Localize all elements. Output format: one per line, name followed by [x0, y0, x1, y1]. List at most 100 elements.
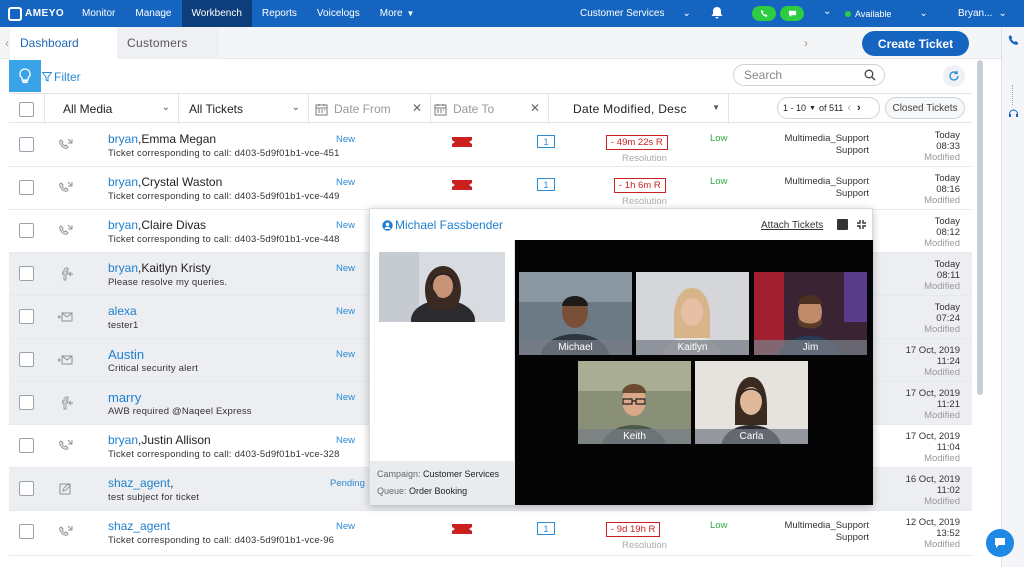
- contact-name[interactable]: shaz_agent: [108, 519, 170, 533]
- close-icon[interactable]: ✕: [530, 101, 540, 115]
- row-checkbox[interactable]: [19, 438, 34, 453]
- row-contact: ,: [170, 476, 174, 490]
- row-checkbox[interactable]: [19, 266, 34, 281]
- notes-icon[interactable]: [837, 219, 848, 230]
- contact-name[interactable]: marry: [108, 390, 141, 405]
- attach-tickets-link[interactable]: Attach Tickets: [761, 220, 823, 231]
- close-icon[interactable]: ✕: [412, 101, 422, 115]
- media-filter-select[interactable]: All Media ⌄: [45, 94, 179, 124]
- closed-tickets-button[interactable]: Closed Tickets: [885, 97, 965, 119]
- date-to-field[interactable]: Date To ✕: [431, 94, 549, 124]
- popup-title[interactable]: Michael Fassbender: [382, 218, 503, 232]
- row-checkbox[interactable]: [19, 223, 34, 238]
- date-from-placeholder: Date From: [334, 102, 391, 116]
- tab-dashboard[interactable]: Dashboard: [10, 27, 117, 59]
- brand-logo[interactable]: AMEYO: [0, 6, 72, 21]
- row-checkbox[interactable]: [19, 481, 34, 496]
- chevron-down-icon[interactable]: ⌄: [823, 6, 831, 17]
- participant-name: Jim: [754, 340, 867, 355]
- contact-name[interactable]: bryan,Emma Megan: [108, 132, 216, 146]
- call-status-button[interactable]: [752, 6, 776, 21]
- nav-voicelogs[interactable]: Voicelogs: [307, 0, 370, 27]
- contact-name[interactable]: shaz_agent,: [108, 476, 173, 490]
- chevron-right-icon[interactable]: ›: [857, 102, 861, 114]
- list-scrollbar[interactable]: [977, 60, 983, 395]
- row-checkbox[interactable]: [19, 352, 34, 367]
- ticket-filter-select[interactable]: All Tickets ⌄: [179, 94, 309, 124]
- contact-name[interactable]: bryan,Kaitlyn Kristy: [108, 261, 211, 275]
- modified-cell: Today 08:11 Modified: [924, 259, 960, 292]
- tab-customers[interactable]: Customers: [117, 27, 219, 59]
- refresh-button[interactable]: [943, 65, 965, 87]
- campaign-selector[interactable]: Customer Services ⌄: [580, 0, 691, 27]
- modified-time: 08:33: [936, 141, 960, 152]
- participant-name: Michael: [519, 340, 632, 355]
- participant-tile[interactable]: Carla: [695, 361, 808, 444]
- pager-range[interactable]: 1 - 10: [783, 103, 806, 113]
- contact-name[interactable]: alexa: [108, 304, 137, 318]
- row-user: marry: [108, 390, 142, 405]
- minimize-icon[interactable]: [856, 219, 867, 230]
- calendar-icon: [434, 103, 447, 115]
- chevron-down-icon: ▼: [406, 9, 415, 18]
- contact-name[interactable]: bryan,Justin Allison: [108, 433, 211, 447]
- table-row[interactable]: shaz_agent Ticket corresponding to call:…: [9, 511, 972, 556]
- sla-label: Resolution: [622, 196, 667, 207]
- phone-in-icon: [59, 181, 73, 192]
- status-badge: New: [336, 392, 356, 403]
- table-row[interactable]: bryan,Emma Megan Ticket corresponding to…: [9, 124, 972, 167]
- bell-icon[interactable]: [710, 6, 724, 20]
- row-checkbox[interactable]: [19, 309, 34, 324]
- participant-tile[interactable]: Jim: [754, 272, 867, 355]
- count-badge: 1: [537, 135, 555, 148]
- table-row[interactable]: bryan,Crystal Waston Ticket correspondin…: [9, 167, 972, 210]
- ticket-subject: Ticket corresponding to call: d403-5d9f0…: [108, 191, 340, 202]
- modified-time: 11:02: [936, 485, 960, 496]
- search-input[interactable]: Search: [733, 64, 885, 86]
- tips-button[interactable]: [9, 60, 41, 92]
- phone-icon[interactable]: [1007, 34, 1020, 47]
- modified-time: 11:24: [936, 356, 960, 367]
- search-icon: [864, 69, 876, 81]
- modified-date: 16 Oct, 2019: [905, 474, 960, 485]
- calendar-icon: [315, 103, 328, 115]
- nav-monitor[interactable]: Monitor: [72, 0, 125, 27]
- filter-toggle[interactable]: Filter: [42, 70, 81, 84]
- nav-more[interactable]: More ▼: [370, 0, 425, 27]
- chevron-right-icon[interactable]: ›: [804, 36, 808, 50]
- contact-name[interactable]: bryan,Claire Divas: [108, 218, 206, 232]
- campaign-label: Campaign:: [377, 469, 421, 479]
- chevron-left-icon[interactable]: ‹: [847, 102, 851, 114]
- modified-cell: 17 Oct, 2019 11:24 Modified: [906, 345, 960, 378]
- priority-label: Low: [710, 176, 728, 187]
- participant-tile[interactable]: Kaitlyn: [636, 272, 749, 355]
- chat-status-button[interactable]: [780, 6, 804, 21]
- sort-select[interactable]: Date Modified, Desc ▼: [549, 94, 729, 124]
- date-from-field[interactable]: Date From ✕: [309, 94, 431, 124]
- headset-icon[interactable]: [1007, 107, 1020, 120]
- nav-reports[interactable]: Reports: [252, 0, 307, 27]
- row-user: alexa: [108, 304, 137, 318]
- user-menu[interactable]: Bryan... ⌄: [958, 0, 1007, 27]
- nav-manage[interactable]: Manage: [125, 0, 181, 27]
- row-checkbox[interactable]: [19, 524, 34, 539]
- contact-name[interactable]: Austin: [108, 347, 144, 362]
- select-all-checkbox[interactable]: [19, 101, 34, 117]
- chevron-down-icon: ⌄: [291, 102, 300, 113]
- nav-workbench[interactable]: Workbench: [181, 0, 252, 27]
- facebook-in-icon: [62, 396, 73, 410]
- participant-tile[interactable]: Michael: [519, 272, 632, 355]
- row-checkbox[interactable]: [19, 137, 34, 152]
- participant-tile[interactable]: Keith: [578, 361, 691, 444]
- caret-down-icon[interactable]: ▼: [809, 105, 816, 112]
- chevron-left-icon[interactable]: ‹: [5, 36, 9, 50]
- phone-icon: [760, 9, 768, 17]
- participant-name: Keith: [578, 429, 691, 444]
- chat-launcher-button[interactable]: [986, 529, 1014, 557]
- modified-cell: Today 08:12 Modified: [924, 216, 960, 249]
- contact-name[interactable]: bryan,Crystal Waston: [108, 175, 222, 189]
- row-checkbox[interactable]: [19, 395, 34, 410]
- availability-status[interactable]: Available ⌄: [845, 0, 928, 27]
- row-checkbox[interactable]: [19, 180, 34, 195]
- create-ticket-button[interactable]: Create Ticket: [862, 31, 969, 56]
